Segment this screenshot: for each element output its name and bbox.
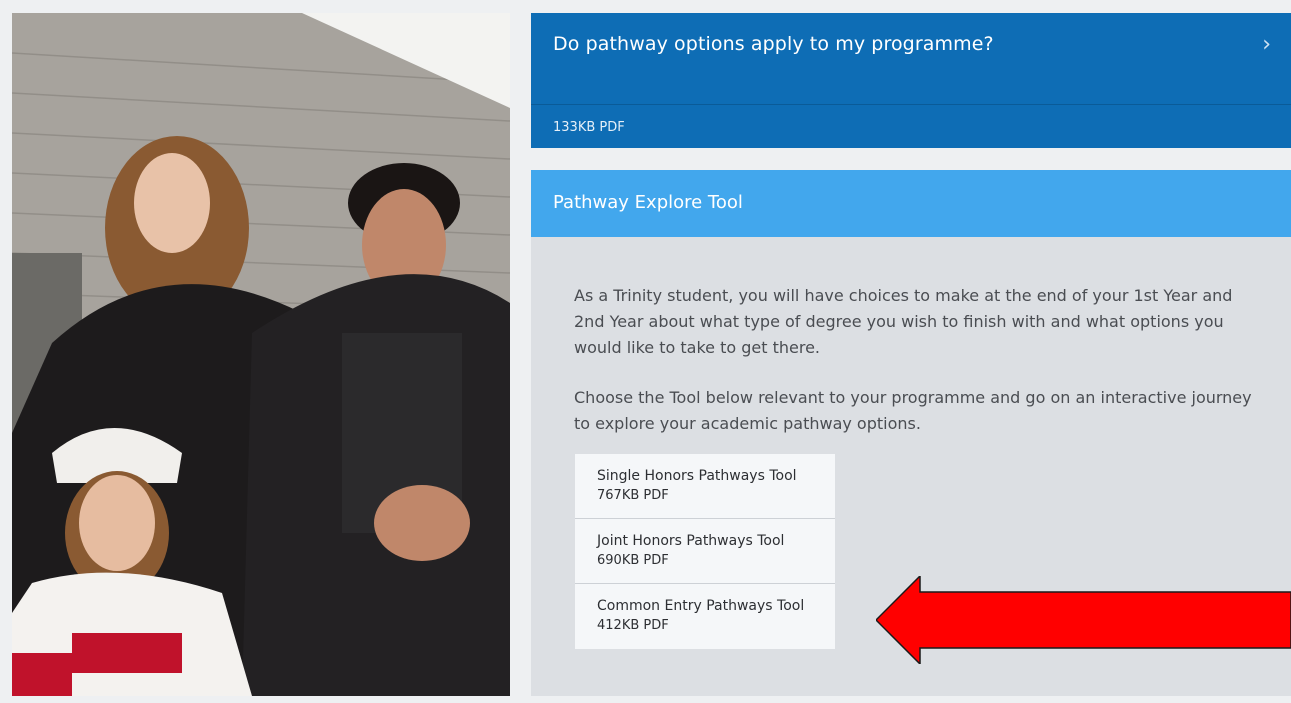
tool-list: Single Honors Pathways Tool 767KB PDF Jo… bbox=[575, 454, 835, 649]
card-divider bbox=[531, 104, 1291, 105]
pathway-question-link[interactable]: Do pathway options apply to my programme… bbox=[553, 33, 994, 55]
tool-name[interactable]: Single Honors Pathways Tool bbox=[597, 466, 813, 486]
tool-name[interactable]: Joint Honors Pathways Tool bbox=[597, 531, 813, 551]
pathway-options-card[interactable]: Do pathway options apply to my programme… bbox=[531, 13, 1291, 148]
tool-file-size: 412KB PDF bbox=[597, 618, 669, 633]
file-size-label: 133KB PDF bbox=[553, 120, 625, 135]
description-paragraph-2: Choose the Tool below relevant to your p… bbox=[574, 388, 1252, 433]
red-arrow-icon bbox=[874, 574, 1291, 666]
tool-file-size: 767KB PDF bbox=[597, 488, 669, 503]
tool-name[interactable]: Common Entry Pathways Tool bbox=[597, 596, 813, 616]
tool-link-single-honors[interactable]: Single Honors Pathways Tool 767KB PDF bbox=[575, 454, 835, 519]
panel-title: Pathway Explore Tool bbox=[553, 192, 743, 213]
students-photo bbox=[12, 13, 510, 696]
tool-link-common-entry[interactable]: Common Entry Pathways Tool 412KB PDF bbox=[575, 584, 835, 649]
chevron-right-icon[interactable]: › bbox=[1262, 32, 1271, 57]
tool-file-size: 690KB PDF bbox=[597, 553, 669, 568]
description-paragraph-1: As a Trinity student, you will have choi… bbox=[574, 286, 1233, 357]
panel-description: As a Trinity student, you will have choi… bbox=[574, 283, 1264, 461]
page: Do pathway options apply to my programme… bbox=[0, 0, 1291, 703]
tool-link-joint-honors[interactable]: Joint Honors Pathways Tool 690KB PDF bbox=[575, 519, 835, 584]
panel-header: Pathway Explore Tool bbox=[531, 170, 1291, 237]
